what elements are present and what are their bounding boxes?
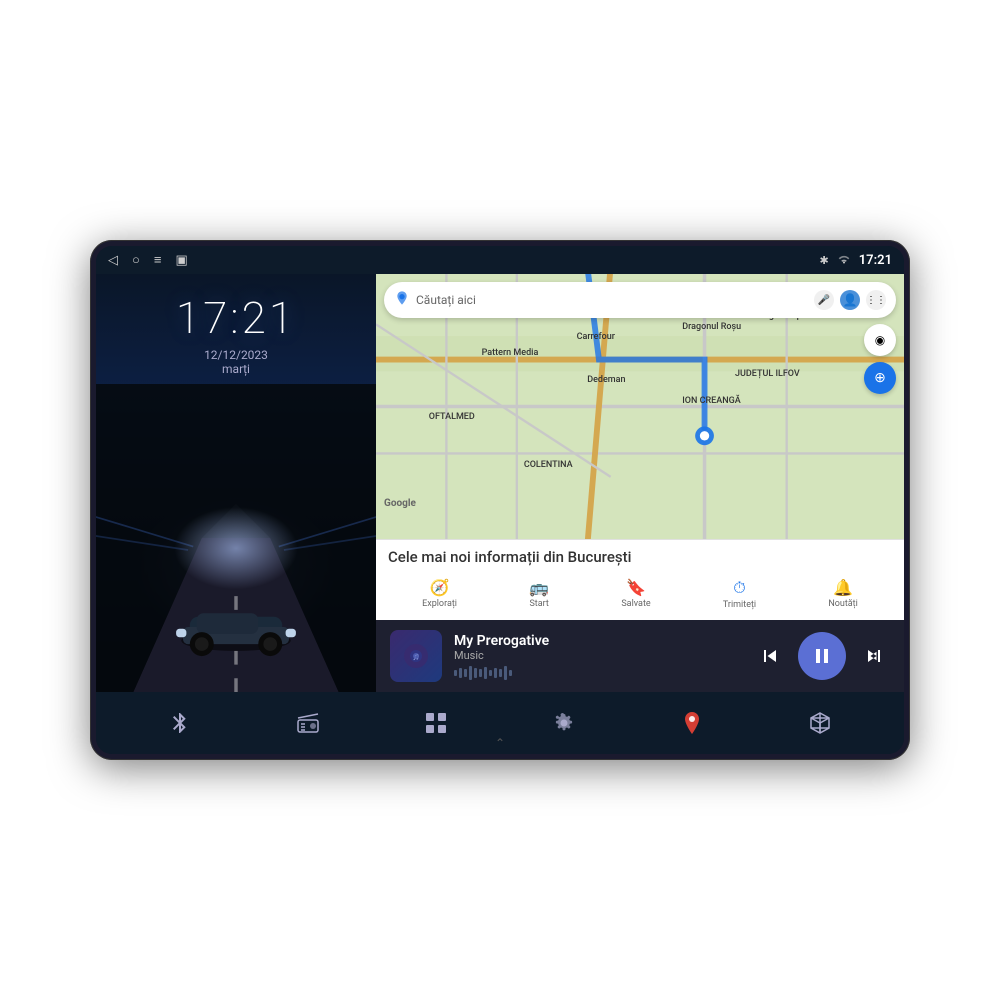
nav-menu-icon[interactable]: ≡ xyxy=(154,252,162,268)
next-button[interactable] xyxy=(858,640,890,672)
explorati-label: Explorați xyxy=(422,599,457,609)
main-content: 17:21 12/12/2023 marți xyxy=(96,274,904,692)
search-placeholder-text: Căutați aici xyxy=(416,293,808,307)
settings-bottom-icon[interactable] xyxy=(544,703,584,743)
bottom-chevron-icon: ⌃ xyxy=(495,736,505,750)
bluetooth-status-icon: ✱ xyxy=(820,254,829,267)
map-label-judet: JUDEȚUL ILFOV xyxy=(735,369,800,379)
device-screen: ◁ ○ ≡ ▣ ✱ 17:21 17:21 xyxy=(96,246,904,754)
tunnel-scene xyxy=(96,384,376,692)
svg-text:♫: ♫ xyxy=(412,652,420,663)
cube-bottom-icon[interactable] xyxy=(800,703,840,743)
bottom-bar: ⌃ xyxy=(96,692,904,754)
music-title: My Prerogative xyxy=(454,633,742,649)
status-bar-left: ◁ ○ ≡ ▣ xyxy=(108,252,188,268)
salvate-label: Salvate xyxy=(621,599,650,609)
right-panel: Pattern Media Carrefour Dragonul Roșu De… xyxy=(376,274,904,692)
waveform-bar-5 xyxy=(474,668,477,678)
waveform-bar-10 xyxy=(499,669,502,677)
waveform-bar-4 xyxy=(469,666,472,680)
nav-home-icon[interactable]: ○ xyxy=(132,252,140,268)
tab-explorati[interactable]: 🧭 Explorați xyxy=(416,574,463,614)
map-label-dragonul: Dragonul Roșu xyxy=(682,322,741,332)
lock-time: 17:21 xyxy=(176,292,296,344)
prev-button[interactable] xyxy=(754,640,786,672)
start-icon: 🚌 xyxy=(529,578,549,597)
lock-date: 12/12/2023 xyxy=(204,348,268,362)
music-subtitle: Music xyxy=(454,649,742,662)
grid-icon[interactable]: ⋮⋮ xyxy=(866,290,886,310)
tab-trimiteti[interactable]: ⏱ Trimiteți xyxy=(717,574,762,614)
waveform-bar-9 xyxy=(494,668,497,678)
waveform-bar-11 xyxy=(504,666,507,680)
waveform-bar-3 xyxy=(464,669,467,677)
account-icon[interactable]: 👤 xyxy=(840,290,860,310)
map-label-carrefour: Carrefour xyxy=(577,332,615,342)
search-icons-group: 🎤 👤 ⋮⋮ xyxy=(814,290,886,310)
tunnel-background xyxy=(96,384,376,692)
status-bar-right: ✱ 17:21 xyxy=(820,253,892,268)
waveform-bar-7 xyxy=(484,667,487,679)
album-art: ♫ xyxy=(390,630,442,682)
mic-icon[interactable]: 🎤 xyxy=(814,290,834,310)
map-label-ion-creanga: ION CREANGĂ xyxy=(682,396,740,406)
tab-noutati[interactable]: 🔔 Noutăți xyxy=(822,574,864,614)
device-frame: ◁ ○ ≡ ▣ ✱ 17:21 17:21 xyxy=(90,240,910,760)
google-maps-pin-icon xyxy=(394,290,410,310)
map-controls: ◉ ⊕ xyxy=(864,324,896,394)
apps-bottom-icon[interactable] xyxy=(416,703,456,743)
noutati-label: Noutăți xyxy=(828,599,858,609)
salvate-icon: 🔖 xyxy=(626,578,646,597)
waveform-bar-12 xyxy=(509,670,512,676)
nav-back-icon[interactable]: ◁ xyxy=(108,253,118,268)
map-label-dedeman: Dedeman xyxy=(587,375,625,385)
info-title: Cele mai noi informații din București xyxy=(388,548,892,566)
trimiteti-icon: ⏱ xyxy=(733,578,745,598)
pause-button[interactable] xyxy=(798,632,846,680)
noutati-icon: 🔔 xyxy=(833,578,853,597)
info-section: Cele mai noi informații din București 🧭 … xyxy=(376,539,904,620)
info-tabs: 🧭 Explorați 🚌 Start 🔖 Salvate ⏱ xyxy=(388,574,892,614)
bluetooth-bottom-icon[interactable] xyxy=(160,703,200,743)
waveform-bar-2 xyxy=(459,668,462,678)
waveform-bar-6 xyxy=(479,669,482,677)
map-search-bar[interactable]: Căutați aici 🎤 👤 ⋮⋮ xyxy=(384,282,896,318)
music-info: My Prerogative Music xyxy=(454,633,742,680)
left-panel: 17:21 12/12/2023 marți xyxy=(96,274,376,692)
nav-recent-icon[interactable]: ▣ xyxy=(175,253,187,268)
map-label-pattern: Pattern Media xyxy=(482,348,539,358)
location-button[interactable]: ⊕ xyxy=(864,362,896,394)
music-controls xyxy=(754,632,890,680)
google-logo: Google xyxy=(384,498,416,509)
layers-button[interactable]: ◉ xyxy=(864,324,896,356)
trimiteti-label: Trimiteți xyxy=(723,600,756,610)
status-bar: ◁ ○ ≡ ▣ ✱ 17:21 xyxy=(96,246,904,274)
maps-bottom-icon[interactable] xyxy=(672,703,712,743)
tab-salvate[interactable]: 🔖 Salvate xyxy=(615,574,656,614)
radio-bottom-icon[interactable] xyxy=(288,703,328,743)
music-player: ♫ My Prerogative Music xyxy=(376,620,904,692)
tab-start[interactable]: 🚌 Start xyxy=(523,574,555,614)
map-label-colentina: COLENTINA xyxy=(524,460,573,470)
wifi-status-icon xyxy=(837,253,851,268)
map-label-oftalmed: OFTALMED xyxy=(429,412,475,422)
map-section[interactable]: Pattern Media Carrefour Dragonul Roșu De… xyxy=(376,274,904,539)
explorati-icon: 🧭 xyxy=(430,578,450,597)
status-time: 17:21 xyxy=(859,253,892,268)
waveform-bar-8 xyxy=(489,670,492,676)
music-waveform xyxy=(454,666,742,680)
start-label: Start xyxy=(529,599,548,609)
waveform-bar-1 xyxy=(454,670,457,676)
lock-day: marți xyxy=(222,362,250,376)
